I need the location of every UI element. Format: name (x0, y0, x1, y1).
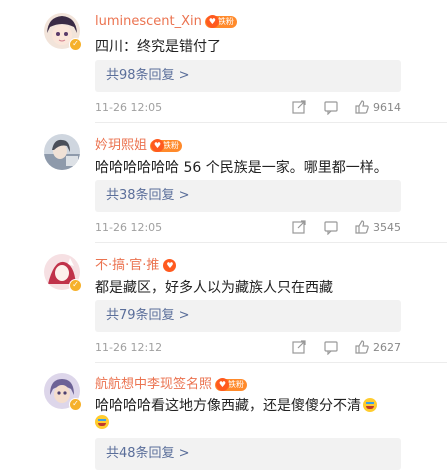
view-replies-button[interactable]: 共98条回复 > (95, 60, 401, 92)
fan-badge: ♥ (162, 258, 177, 272)
username[interactable]: 妗玥熙姐 ♥ 铁粉 (95, 134, 183, 153)
like-icon[interactable] (354, 219, 370, 235)
avatar-image (44, 134, 80, 170)
username-text: 不·搞·官·推 (95, 258, 160, 273)
view-replies-button[interactable]: 共48条回复 > (95, 438, 401, 470)
timestamp: 11-26 12:12 (95, 341, 163, 354)
comment-icon[interactable] (323, 219, 339, 235)
laugh-cry-emoji-icon (95, 415, 109, 429)
like-count: 3545 (373, 221, 401, 234)
view-replies-button[interactable]: 共79条回复 > (95, 300, 401, 332)
verified-badge-icon: ✓ (69, 398, 82, 411)
timestamp: 11-26 12:05 (95, 221, 163, 234)
username-text: 妗玥熙姐 (95, 138, 148, 153)
username[interactable]: 航航想中李现签名照 ♥ 铁粉 (95, 373, 248, 392)
view-replies-button[interactable]: 共38条回复 > (95, 180, 401, 212)
divider (95, 362, 447, 363)
comment-meta: 11-26 12:05 3545 (95, 219, 401, 237)
share-icon[interactable] (291, 339, 307, 355)
fan-badge: ♥ 铁粉 (215, 377, 248, 391)
fan-badge: ♥ 铁粉 (204, 14, 237, 28)
verified-badge-icon: ✓ (69, 279, 82, 292)
username[interactable]: 不·搞·官·推 ♥ (95, 254, 177, 273)
fan-badge-label: 铁粉 (217, 16, 234, 26)
verified-badge-icon: ✓ (69, 38, 82, 51)
share-icon[interactable] (291, 99, 307, 115)
comment-text-wrap (95, 415, 109, 431)
timestamp: 11-26 12:05 (95, 101, 163, 114)
like-count: 9614 (373, 101, 401, 114)
comment-text: 哈哈哈哈哈哈 56 个民族是一家。哪里都一样。 (95, 160, 388, 176)
share-icon[interactable] (291, 219, 307, 235)
avatar[interactable]: ✓ (44, 254, 82, 292)
username[interactable]: luminescent_Xin ♥ 铁粉 (95, 14, 237, 29)
like-icon[interactable] (354, 339, 370, 355)
divider (95, 122, 447, 123)
comment-icon[interactable] (323, 99, 339, 115)
avatar[interactable] (44, 134, 80, 170)
avatar[interactable]: ✓ (44, 373, 82, 411)
comment-icon[interactable] (323, 339, 339, 355)
fan-badge-label: 铁粉 (228, 379, 245, 389)
avatar[interactable]: ✓ (44, 13, 82, 51)
divider (95, 242, 447, 243)
comment-text-content: 哈哈哈哈看这地方像西藏，还是傻傻分不清 (95, 398, 361, 414)
heart-icon: ♥ (163, 258, 177, 272)
comment-meta: 11-26 12:05 9614 (95, 99, 401, 117)
laugh-cry-emoji-icon (363, 398, 377, 412)
heart-icon: ♥ (216, 377, 230, 391)
comment-text: 都是藏区，好多人以为藏族人只在西藏 (95, 280, 333, 296)
like-icon[interactable] (354, 99, 370, 115)
username-text: 航航想中李现签名照 (95, 377, 213, 392)
fan-badge-label: 铁粉 (163, 140, 180, 150)
fan-badge: ♥ 铁粉 (150, 138, 183, 152)
comment-meta: 11-26 12:12 2627 (95, 339, 401, 357)
comment-text: 四川：终究是错付了 (95, 39, 221, 55)
like-count: 2627 (373, 341, 401, 354)
username-text: luminescent_Xin (95, 14, 202, 29)
heart-icon: ♥ (205, 14, 219, 28)
comment-text: 哈哈哈哈看这地方像西藏，还是傻傻分不清 (95, 395, 377, 415)
heart-icon: ♥ (151, 138, 165, 152)
